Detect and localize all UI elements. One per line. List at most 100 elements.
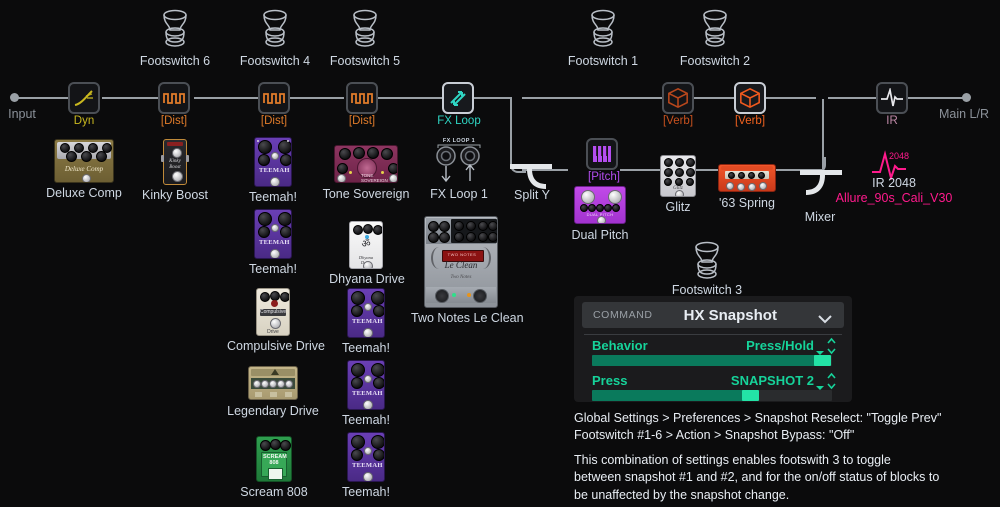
pedal-label-legendary-drive: Legendary Drive	[227, 404, 319, 418]
param-value-behavior: Press/Hold	[746, 338, 814, 353]
pedal-split-y: Split Y	[508, 162, 556, 202]
impulse-spike-icon	[881, 88, 903, 107]
chevron-down-icon	[818, 311, 832, 329]
chain-block-label-dist-2: [Dist]	[260, 115, 288, 127]
square-wave-icon	[263, 93, 285, 104]
footswitch-icon-1[interactable]	[586, 8, 620, 57]
footswitch-icon	[591, 9, 615, 47]
pedal-dhyana-drive[interactable]: ॐ DhyanaDrive Dhyana Drive	[329, 221, 405, 286]
pedal-label-compulsive-drive: Compulsive Drive	[227, 339, 325, 353]
pedal-tone-sovereign[interactable]: TONE SOVEREIGN Tone Sovereign	[323, 145, 409, 201]
wire-segment	[14, 97, 74, 99]
chain-block-pitch[interactable]	[586, 138, 618, 170]
pedal-label-dhyana-drive: Dhyana Drive	[329, 272, 405, 286]
footswitch-label-5: Footswitch 5	[329, 54, 401, 68]
pedal-label-scream-808: Scream 808	[240, 485, 308, 499]
pedal-kinky-boost[interactable]: Kinky Boost Kinky Boost	[142, 139, 208, 202]
output-label: Main L/R	[938, 107, 990, 121]
pedal-teemah-5[interactable]: TEEMAH Teemah!	[342, 432, 390, 499]
footswitch-label-1: Footswitch 1	[567, 54, 639, 68]
command-value-label: HX Snapshot	[683, 306, 777, 324]
pedal-label-deluxe-comp: Deluxe Comp	[46, 186, 122, 200]
wire-segment	[474, 97, 510, 99]
pedal-ir-2048[interactable]: 2048 IR 2048 Allure_90s_Cali_V30	[836, 150, 952, 205]
footswitch-icon-6[interactable]	[158, 8, 192, 57]
wire-segment	[766, 97, 816, 99]
svg-text:2048: 2048	[889, 151, 909, 161]
piano-keys-icon	[593, 146, 611, 162]
panel-divider	[584, 334, 842, 335]
footswitch-icon-4[interactable]	[258, 8, 292, 57]
chain-block-verb-2[interactable]	[734, 82, 766, 114]
pedal-two-notes-le-clean[interactable]: TWO NOTES Le Clean Two Notes Two Notes L…	[411, 216, 524, 325]
square-wave-icon	[163, 93, 185, 104]
param-name-behavior: Behavior	[592, 338, 648, 353]
slider-handle-press[interactable]	[741, 390, 759, 401]
pedal-label-teemah-5: Teemah!	[342, 485, 390, 499]
footswitch-icon-3[interactable]	[690, 240, 724, 289]
chain-block-dist-2[interactable]	[258, 82, 290, 114]
pedal-label-ir-2048: IR 2048	[872, 176, 916, 190]
wire-segment	[194, 97, 260, 99]
pedal-label-tone-sovereign: Tone Sovereign	[322, 187, 410, 201]
chain-block-label-fx-loop: FX Loop	[437, 115, 481, 127]
param-row-press: Press SNAPSHOT 2	[574, 372, 852, 401]
chain-block-verb-1[interactable]	[662, 82, 694, 114]
pedal-teemah-4[interactable]: TEEMAH Teemah!	[342, 360, 390, 427]
command-key-label: COMMAND	[593, 309, 653, 321]
cube-icon	[668, 87, 688, 109]
footswitch-label-6: Footswitch 6	[139, 54, 211, 68]
output-jack	[962, 93, 971, 102]
pedal-label-mixer: Mixer	[804, 210, 836, 224]
chain-block-label-verb-1: [Verb]	[662, 115, 694, 127]
square-wave-icon	[351, 93, 373, 104]
pedal-teemah-3[interactable]: TEEMAH Teemah!	[342, 288, 390, 355]
wire-segment	[522, 97, 662, 99]
slider-fill-press	[592, 390, 751, 401]
chain-block-label-pitch: [Pitch]	[588, 171, 620, 183]
chain-block-label-ir: IR	[886, 115, 898, 127]
footswitch-icon	[695, 241, 719, 279]
pedal-label-teemah-1: Teemah!	[249, 190, 297, 204]
pedal-compulsive-drive[interactable]: Compulsive Drive Compulsive Drive	[227, 288, 325, 353]
pedal-legendary-drive[interactable]: Legendary Drive	[227, 366, 319, 418]
pedal-glitz[interactable]: Glitz Glitz	[660, 155, 696, 214]
wire-segment	[822, 99, 824, 169]
wire-segment	[102, 97, 164, 99]
pedal-teemah-2[interactable]: TEEMAH Teemah!	[249, 209, 297, 276]
wire-segment	[694, 97, 734, 99]
pedal-teemah-1[interactable]: TEEMAH Teemah!	[249, 137, 297, 204]
footswitch-icon-2[interactable]	[698, 8, 732, 57]
command-select[interactable]: COMMAND HX Snapshot	[582, 302, 844, 328]
chain-block-dyn[interactable]	[68, 82, 100, 114]
footswitch-command-panel: COMMAND HX Snapshot Behavior Press/Hold	[574, 296, 852, 402]
chain-block-ir[interactable]	[876, 82, 908, 114]
chain-block-dist-3[interactable]	[346, 82, 378, 114]
slider-track-press[interactable]	[592, 390, 832, 401]
pedal-63-spring[interactable]: '63 Spring	[718, 164, 776, 210]
settings-path-note: Global Settings > Preferences > Snapshot…	[574, 411, 942, 443]
param-name-press: Press	[592, 373, 628, 388]
pedal-label-glitz: Glitz	[665, 200, 691, 214]
wire-segment	[290, 97, 344, 99]
slider-track-behavior[interactable]	[592, 355, 832, 366]
pedal-dual-pitch[interactable]: DUAL PITCH Dual Pitch	[572, 186, 628, 242]
wire-segment	[828, 97, 876, 99]
fx-loop-arrows-icon	[450, 91, 466, 106]
chain-block-dist-1[interactable]	[158, 82, 190, 114]
pedal-label-fx-loop-1: FX Loop 1	[430, 187, 488, 201]
pedal-fx-loop-1[interactable]: FX LOOP 1 FX Loop 1	[430, 138, 488, 201]
pedal-deluxe-comp[interactable]: Deluxe Comp Deluxe Comp	[46, 139, 122, 200]
input-jack	[10, 93, 19, 102]
pedal-scream-808[interactable]: SCREAM 808 Scream 808	[240, 436, 308, 499]
pedal-label-two-notes: Two Notes Le Clean	[411, 311, 524, 325]
footswitch-icon-5[interactable]	[348, 8, 382, 57]
pedal-label-63-spring: '63 Spring	[719, 196, 775, 210]
footswitch-icon	[263, 9, 287, 47]
wire-segment	[374, 97, 442, 99]
footswitch-label-2: Footswitch 2	[679, 54, 751, 68]
pedal-label-teemah-3: Teemah!	[342, 341, 390, 355]
chain-block-fx-loop[interactable]	[442, 82, 474, 114]
slider-handle-behavior[interactable]	[813, 355, 831, 366]
cube-icon	[740, 87, 760, 109]
